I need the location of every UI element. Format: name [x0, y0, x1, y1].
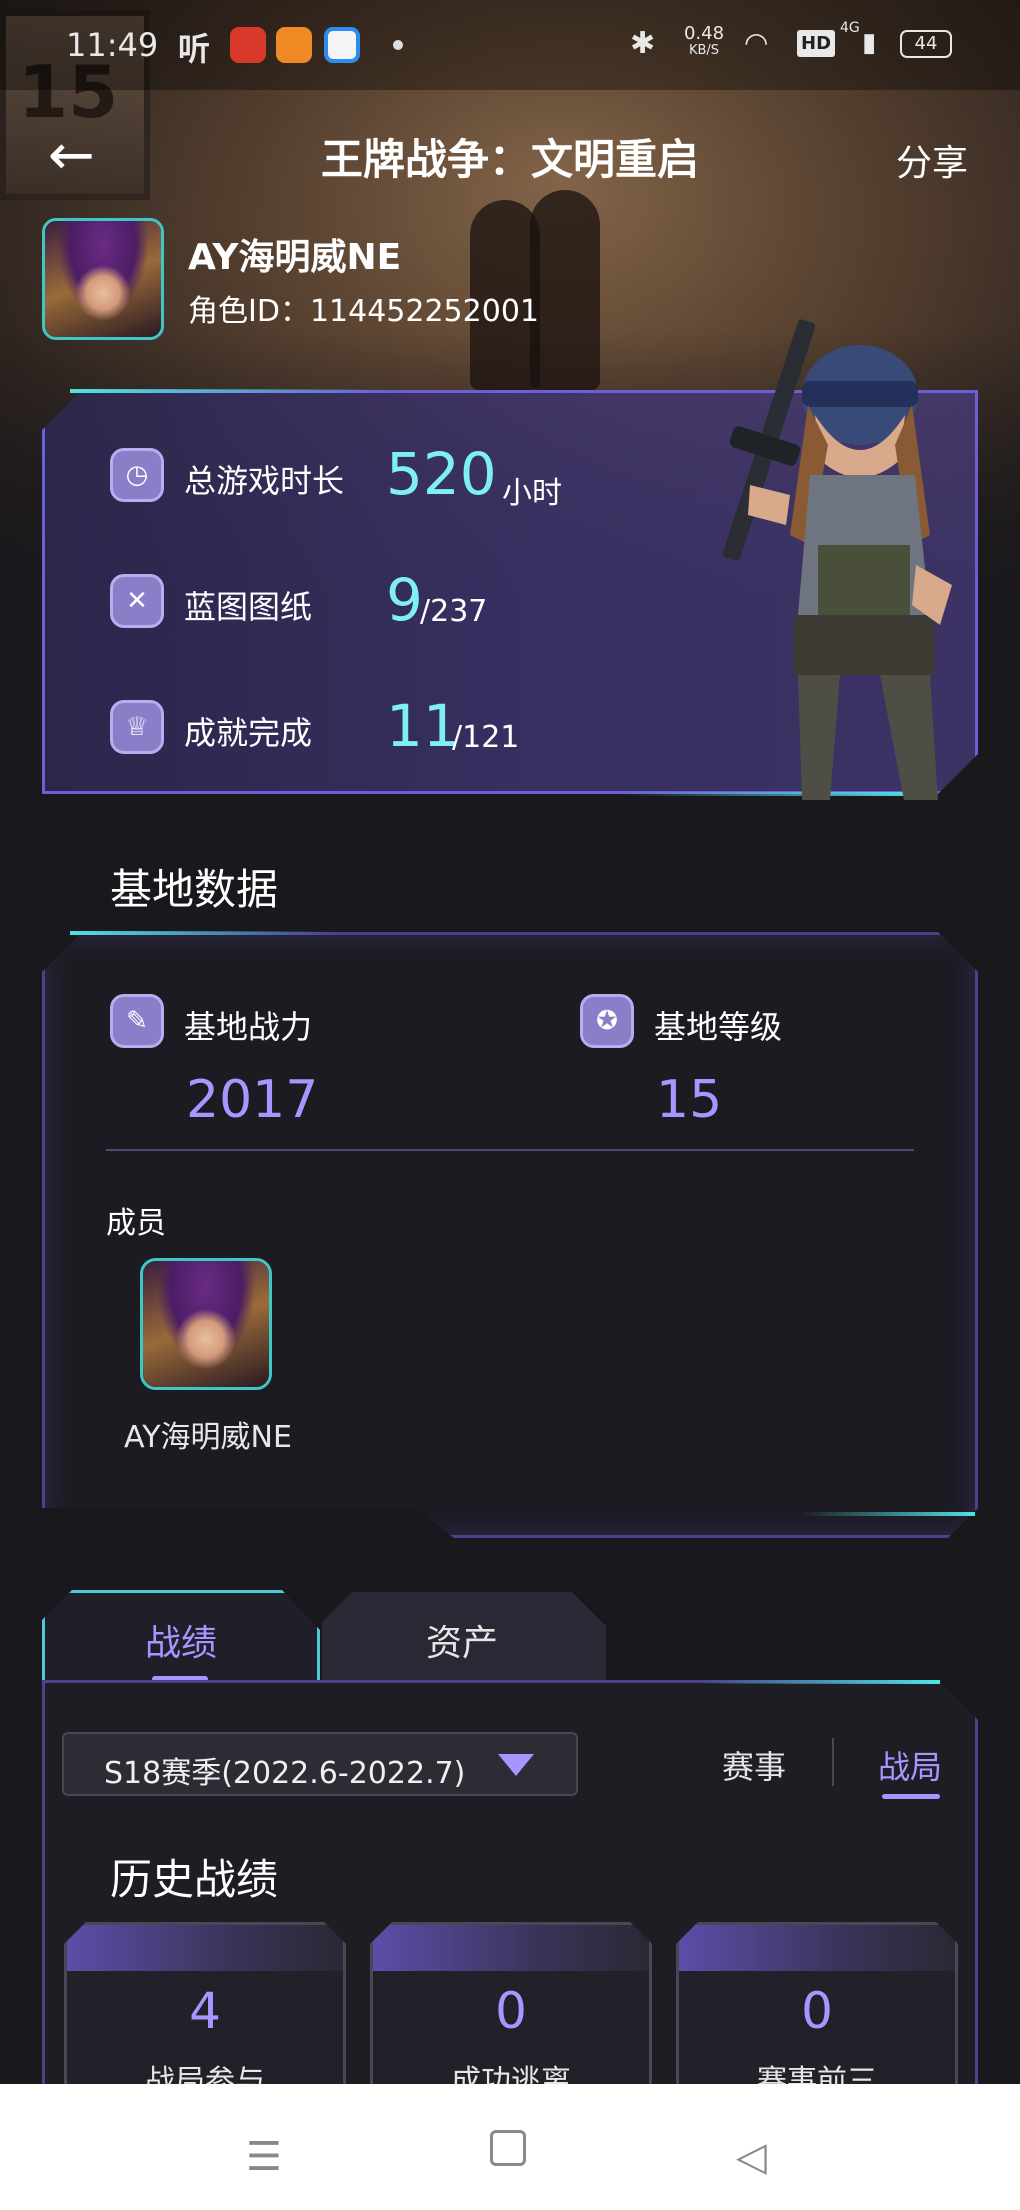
stat-label-blueprint: 蓝图图纸	[184, 588, 313, 626]
stat-value-playtime: 520	[386, 440, 497, 508]
background-figure	[530, 190, 600, 390]
section-title-history: 历史战绩	[110, 1855, 279, 1904]
base-power-value: 2017	[186, 1070, 319, 1130]
network-speed-unit: KB/S	[688, 43, 720, 58]
stat-total-achievement: /121	[452, 720, 520, 755]
season-dropdown-value[interactable]: S18赛季(2022.6-2022.7)	[104, 1748, 465, 1792]
app-notification-icon	[324, 27, 360, 63]
player-name: AY海明威NE	[188, 237, 402, 278]
stat-label-achievement: 成就完成	[184, 714, 313, 752]
share-button[interactable]: 分享	[896, 134, 968, 186]
base-level-label: 基地等级	[654, 1008, 783, 1046]
app-notification-icon	[276, 27, 312, 63]
avatar-image	[45, 221, 161, 337]
signal-icon: ▮	[862, 28, 877, 58]
member-name: AY海明威NE	[124, 1420, 292, 1455]
divider	[832, 1738, 834, 1786]
members-label: 成员	[106, 1206, 166, 1241]
menu-icon[interactable]: ☰	[246, 2134, 282, 2180]
filter-match-button[interactable]: 战局	[878, 1742, 942, 1788]
history-value-matches: 4	[189, 1982, 221, 2040]
stat-value-achievement: 11	[386, 692, 460, 760]
power-icon: ✎	[110, 994, 164, 1048]
tab-record-label[interactable]: 战绩	[145, 1614, 217, 1666]
bluetooth-icon: ✱	[630, 26, 656, 61]
card-glow-accent	[800, 1512, 975, 1516]
section-title-base: 基地数据	[110, 865, 279, 914]
stopwatch-icon: ◷	[110, 448, 164, 502]
blueprint-icon: ✕	[110, 574, 164, 628]
network-speed-value: 0.48	[683, 23, 725, 44]
character-illustration	[722, 319, 952, 800]
battery-icon: 44	[900, 30, 952, 58]
chevron-down-icon[interactable]	[498, 1754, 534, 1776]
avatar[interactable]	[42, 218, 164, 340]
stat-label-playtime: 总游戏时长	[184, 462, 345, 500]
back-triangle-icon[interactable]: ◁	[736, 2134, 767, 2180]
stat-value-blueprint: 9	[386, 566, 423, 634]
card-glow-accent	[700, 1680, 940, 1684]
home-icon[interactable]	[490, 2130, 526, 2166]
base-power-label: 基地战力	[184, 1008, 313, 1046]
member-avatar-image	[143, 1261, 269, 1387]
tab-assets-label[interactable]: 资产	[426, 1614, 498, 1666]
more-notifications-dot	[393, 40, 403, 50]
network-type: 4G	[840, 20, 860, 36]
member-avatar[interactable]	[140, 1258, 272, 1390]
page-title: 王牌战争：文明重启	[320, 135, 699, 184]
network-speed: 0.48 KB/S	[676, 24, 732, 58]
wifi-icon: ◠	[744, 26, 769, 59]
history-value-top3: 0	[801, 1982, 833, 2040]
history-value-escapes: 0	[495, 1982, 527, 2040]
hd-badge: HD	[797, 30, 836, 57]
divider	[106, 1149, 914, 1151]
medal-icon: ✪	[580, 994, 634, 1048]
card-header-bar	[373, 1925, 649, 1971]
status-app-label: 听	[178, 30, 211, 68]
status-time: 11:49	[66, 26, 159, 64]
trophy-icon: ♕	[110, 700, 164, 754]
card-glow-accent	[70, 931, 330, 935]
app-notification-icon	[230, 27, 266, 63]
base-level-value: 15	[656, 1070, 723, 1130]
active-filter-indicator	[882, 1794, 940, 1799]
filter-event-button[interactable]: 赛事	[722, 1742, 786, 1788]
card-header-bar	[67, 1925, 343, 1971]
card-glow-accent	[70, 389, 390, 393]
card-header-bar	[679, 1925, 955, 1971]
stat-total-blueprint: /237	[420, 594, 488, 629]
role-id: 角色ID：114452252001	[188, 294, 539, 329]
stat-unit-playtime: 小时	[502, 476, 562, 511]
